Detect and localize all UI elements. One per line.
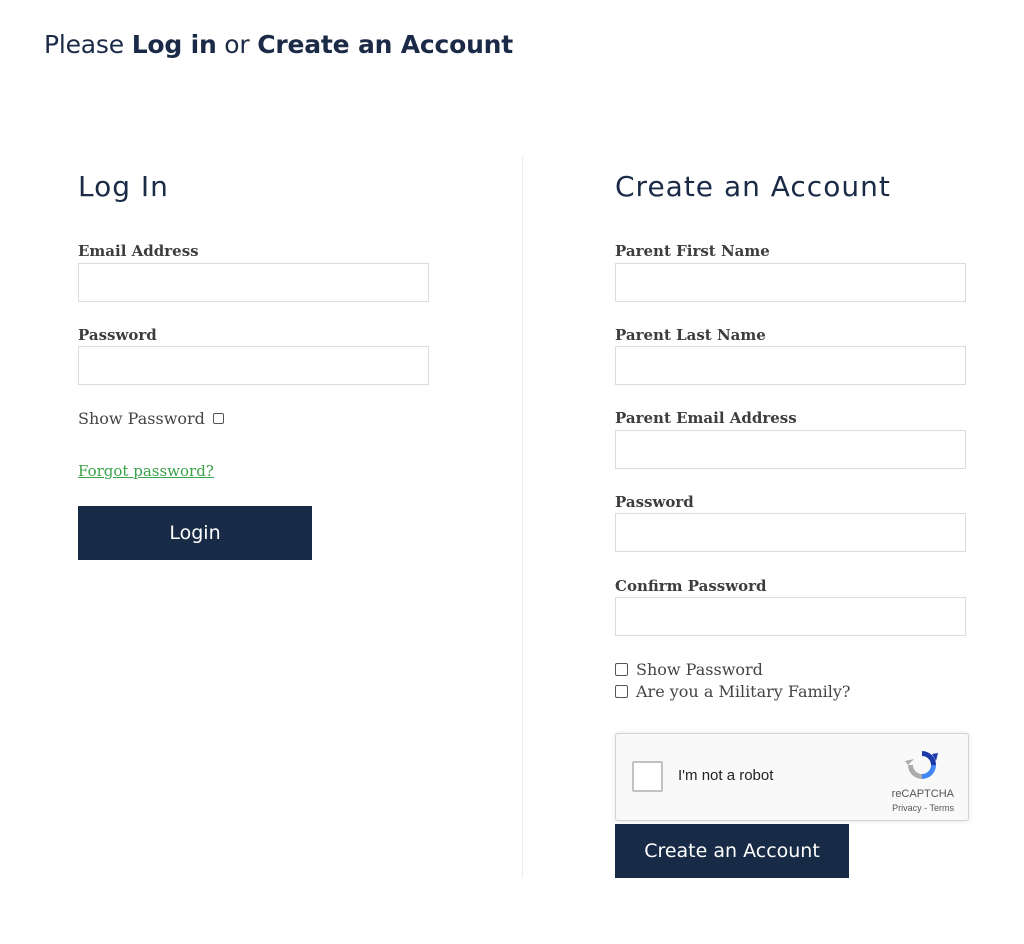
login-button[interactable]: Login [78, 506, 312, 560]
first-name-label: Parent First Name [615, 242, 770, 260]
last-name-input[interactable] [615, 346, 966, 385]
recaptcha-checkbox[interactable] [632, 761, 663, 792]
create-show-password-row: Show Password [615, 660, 763, 679]
recaptcha-brand: reCAPTCHA [891, 788, 954, 800]
login-show-password-label: Show Password [78, 409, 205, 428]
recaptcha-privacy-terms[interactable]: Privacy - Terms [892, 803, 954, 813]
confirm-password-input[interactable] [615, 597, 966, 636]
forgot-password-link[interactable]: Forgot password? [78, 462, 214, 480]
parent-email-label: Parent Email Address [615, 409, 797, 427]
login-show-password-row: Show Password [78, 409, 224, 428]
create-account-button[interactable]: Create an Account [615, 824, 849, 878]
login-email-input[interactable] [78, 263, 429, 302]
parent-email-input[interactable] [615, 430, 966, 469]
column-divider [522, 156, 523, 878]
recaptcha-label: I'm not a robot [678, 767, 774, 784]
create-show-password-label: Show Password [636, 660, 763, 679]
create-account-title: Create an Account [615, 170, 891, 203]
login-show-password-checkbox[interactable] [212, 413, 224, 424]
page-title-prefix: Please [44, 30, 132, 59]
login-password-label: Password [78, 326, 157, 344]
create-password-label: Password [615, 493, 694, 511]
page-title-or: or [216, 30, 258, 59]
page-title-create: Create an Account [257, 30, 514, 59]
page-title-login: Log in [131, 30, 217, 59]
login-title: Log In [78, 170, 169, 203]
confirm-password-label: Confirm Password [615, 577, 767, 595]
military-family-checkbox[interactable] [615, 685, 628, 698]
first-name-input[interactable] [615, 263, 966, 302]
military-family-row: Are you a Military Family? [615, 682, 851, 701]
create-password-input[interactable] [615, 513, 966, 552]
military-family-label: Are you a Military Family? [636, 682, 851, 701]
login-password-input[interactable] [78, 346, 429, 385]
recaptcha-logo-icon [905, 751, 938, 779]
create-show-password-checkbox[interactable] [615, 663, 628, 676]
login-email-label: Email Address [78, 242, 199, 260]
recaptcha-widget: I'm not a robot reCAPTCHA Privacy - Term… [615, 733, 969, 821]
page-title: Please Log in or Create an Account [44, 30, 513, 59]
last-name-label: Parent Last Name [615, 326, 766, 344]
